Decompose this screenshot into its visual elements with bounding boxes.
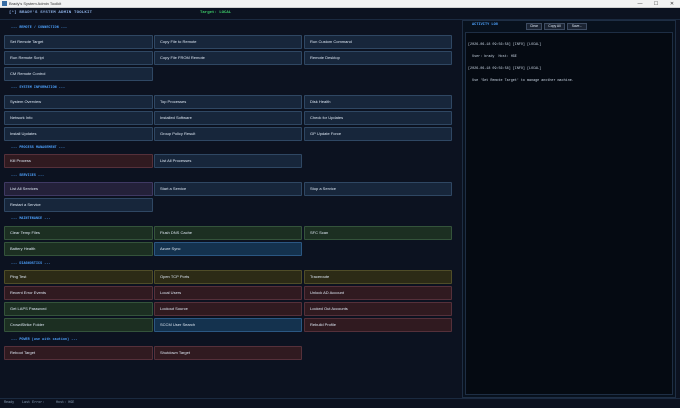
- run-custom-command-button[interactable]: Run Custom Command: [304, 35, 452, 49]
- close-icon[interactable]: ✕: [664, 0, 680, 8]
- top-processes-button[interactable]: Top Processes: [154, 95, 302, 109]
- disk-health-button[interactable]: Disk Health: [304, 95, 452, 109]
- section-services: --- SERVICES ---: [11, 173, 45, 177]
- rebuild-profile-button[interactable]: Rebuild Profile: [304, 318, 452, 332]
- clear-log-button[interactable]: Clear: [526, 23, 542, 30]
- azure-sync-button[interactable]: Azure Sync: [154, 242, 302, 256]
- activity-log-output[interactable]: [2026-06-18 09:56:58] [INFO] [LOCAL] Use…: [465, 32, 673, 395]
- crowdstrike-folder-button[interactable]: CrowdStrike Folder: [4, 318, 153, 332]
- installed-software-button[interactable]: Installed Software: [154, 111, 302, 125]
- save-log-button[interactable]: Save...: [567, 23, 587, 30]
- app-icon: [2, 1, 7, 6]
- app-header: [*] BRADY'S SYSTEM ADMIN TOOLKIT Target:…: [0, 8, 680, 20]
- section-process-management: --- PROCESS MANAGEMENT ---: [11, 145, 66, 149]
- reboot-target-button[interactable]: Reboot Target: [4, 346, 153, 360]
- window-titlebar: Brady's System Admin Toolkit — ☐ ✕: [0, 0, 680, 8]
- status-bar: Ready Last Error: Host: HGE: [0, 398, 680, 408]
- recent-error-events-button[interactable]: Recent Error Events: [4, 286, 153, 300]
- restart-a-service-button[interactable]: Restart a Service: [4, 198, 153, 212]
- sccm-user-search-button[interactable]: SCCM User Search: [154, 318, 302, 332]
- cm-remote-control-button[interactable]: CM Remote Control: [4, 67, 153, 81]
- copy-file-from-remote-button[interactable]: Copy File FROM Remote: [154, 51, 302, 65]
- status-host: Host: HGE: [56, 401, 75, 405]
- get-laps-password-button[interactable]: Get LAPS Password: [4, 302, 153, 316]
- copy-file-to-remote-button[interactable]: Copy File to Remote: [154, 35, 302, 49]
- tool-panel: --- REMOTE / CONNECTION --- Set Remote T…: [4, 20, 456, 398]
- activity-log-title: ACTIVITY LOG: [472, 23, 498, 27]
- check-for-updates-button[interactable]: Check for Updates: [304, 111, 452, 125]
- window-title: Brady's System Admin Toolkit: [9, 1, 62, 6]
- app-title: [*] BRADY'S SYSTEM ADMIN TOOLKIT: [9, 11, 93, 15]
- copy-all-button[interactable]: Copy All: [544, 23, 565, 30]
- status-ready: Ready: [4, 401, 15, 405]
- activity-log-panel: ACTIVITY LOG Clear Copy All Save... [202…: [462, 20, 676, 398]
- target-label: Target: LOCAL: [200, 11, 232, 15]
- local-users-button[interactable]: Local Users: [154, 286, 302, 300]
- section-power: --- POWER (use with caution) ---: [11, 337, 78, 341]
- section-diagnostics: --- DIAGNOSTICS ---: [11, 261, 51, 265]
- set-remote-target-button[interactable]: Set Remote Target: [4, 35, 153, 49]
- flush-dns-cache-button[interactable]: Flush DNS Cache: [154, 226, 302, 240]
- log-line: [2026-06-18 09:56:58] [INFO] [LOCAL]: [468, 43, 542, 47]
- status-last-error: Last Error:: [22, 401, 45, 405]
- install-updates-button[interactable]: Install Updates: [4, 127, 153, 141]
- log-line: Use 'Set Remote Target' to manage anothe…: [468, 79, 574, 83]
- section-remote-connection: --- REMOTE / CONNECTION ---: [11, 25, 68, 29]
- network-info-button[interactable]: Network Info: [4, 111, 153, 125]
- stop-a-service-button[interactable]: Stop a Service: [304, 182, 452, 196]
- section-system-information: --- SYSTEM INFORMATION ---: [11, 85, 66, 89]
- ping-test-button[interactable]: Ping Test: [4, 270, 153, 284]
- maximize-icon[interactable]: ☐: [648, 0, 664, 8]
- list-all-services-button[interactable]: List All Services: [4, 182, 153, 196]
- remote-desktop-button[interactable]: Remote Desktop: [304, 51, 452, 65]
- run-remote-script-button[interactable]: Run Remote Script: [4, 51, 153, 65]
- lockout-source-button[interactable]: Lockout Source: [154, 302, 302, 316]
- group-policy-result-button[interactable]: Group Policy Result: [154, 127, 302, 141]
- section-maintenance: --- MAINTENANCE ---: [11, 216, 51, 220]
- list-all-processes-button[interactable]: List All Processes: [154, 154, 302, 168]
- system-overview-button[interactable]: System Overview: [4, 95, 153, 109]
- open-tcp-ports-button[interactable]: Open TCP Ports: [154, 270, 302, 284]
- gp-update-force-button[interactable]: GP Update Force: [304, 127, 452, 141]
- locked-out-accounts-button[interactable]: Locked Out Accounts: [304, 302, 452, 316]
- log-line: [2026-06-18 09:56:58] [INFO] [LOCAL]: [468, 67, 542, 71]
- minimize-icon[interactable]: —: [632, 0, 648, 8]
- unlock-ad-account-button[interactable]: Unlock AD Account: [304, 286, 452, 300]
- clear-temp-files-button[interactable]: Clear Temp Files: [4, 226, 153, 240]
- log-line: User: brady Host: HGE: [468, 55, 517, 59]
- battery-health-button[interactable]: Battery Health: [4, 242, 153, 256]
- kill-process-button[interactable]: Kill Process: [4, 154, 153, 168]
- traceroute-button[interactable]: Traceroute: [304, 270, 452, 284]
- sfc-scan-button[interactable]: SFC Scan: [304, 226, 452, 240]
- shutdown-target-button[interactable]: Shutdown Target: [154, 346, 302, 360]
- start-a-service-button[interactable]: Start a Service: [154, 182, 302, 196]
